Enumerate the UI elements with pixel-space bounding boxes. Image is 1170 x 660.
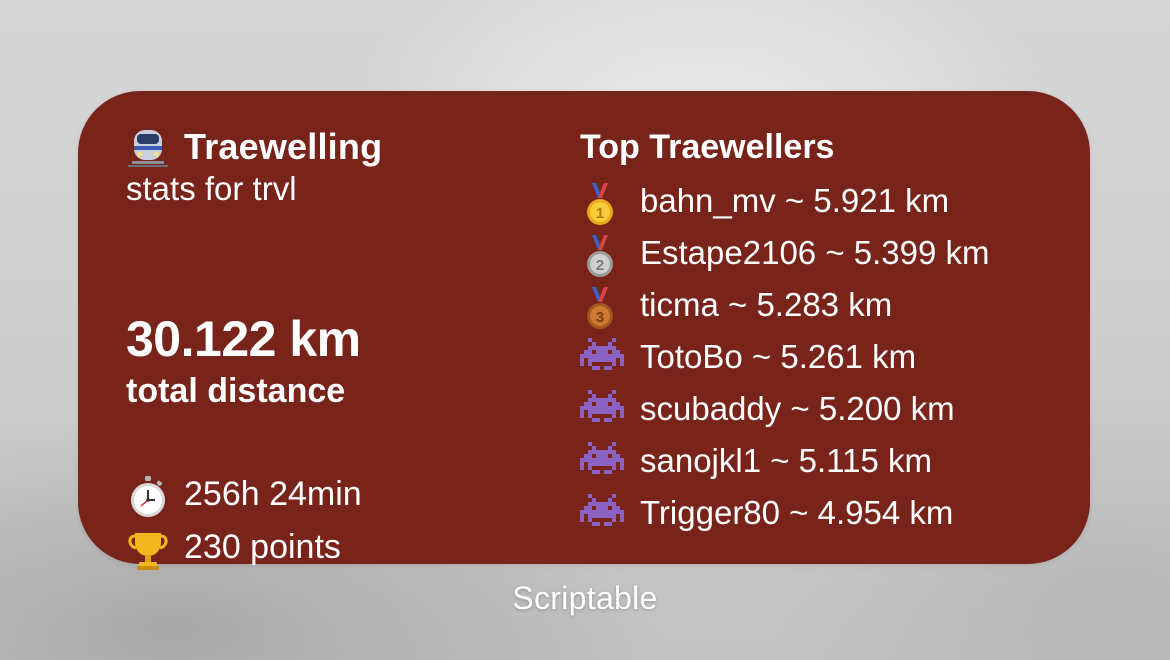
leaderboard-item: scubaddy ~ 5.200 km <box>580 383 1070 435</box>
leaderboard-panel: Top Traewellers 1 bahn_mv ~ 5.921 km 2 E… <box>580 127 1070 539</box>
leaderboard-entry-text: scubaddy ~ 5.200 km <box>640 390 955 427</box>
leaderboard-list: 1 bahn_mv ~ 5.921 km 2 Estape2106 ~ 5.39… <box>580 175 1070 539</box>
leaderboard-item: TotoBo ~ 5.261 km <box>580 331 1070 383</box>
leaderboard-item: sanojkl1 ~ 5.115 km <box>580 435 1070 487</box>
widget-caption: Scriptable <box>512 580 658 616</box>
stats-panel: Traewelling stats for trvl 30.122 km tot… <box>126 126 546 570</box>
leaderboard-entry-text: ticma ~ 5.283 km <box>640 286 893 323</box>
leaderboard-entry-text: TotoBo ~ 5.261 km <box>640 338 917 375</box>
widget-title: Traewelling <box>184 126 383 167</box>
leaderboard-item: 2 Estape2106 ~ 5.399 km <box>580 227 1070 279</box>
svg-text:1: 1 <box>596 205 604 222</box>
leaderboard-entry-text: sanojkl1 ~ 5.115 km <box>640 442 932 479</box>
leaderboard-entry-text: Estape2106 ~ 5.399 km <box>640 234 990 271</box>
space-invader-icon <box>580 338 626 376</box>
space-invader-icon <box>580 494 626 532</box>
stopwatch-icon <box>126 475 172 517</box>
leaderboard-item: 1 bahn_mv ~ 5.921 km <box>580 175 1070 227</box>
bronze-medal-icon: 3 <box>580 286 626 329</box>
traewelling-widget[interactable]: Traewelling stats for trvl 30.122 km tot… <box>78 91 1090 570</box>
svg-text:2: 2 <box>596 257 604 274</box>
widget-subtitle: stats for trvl <box>126 170 297 207</box>
train-icon <box>126 128 172 167</box>
leaderboard-entry-text: bahn_mv ~ 5.921 km <box>640 182 950 219</box>
svg-text:3: 3 <box>596 309 604 326</box>
total-distance-label: total distance <box>126 372 346 410</box>
points-row: 230 points <box>126 524 341 570</box>
silver-medal-icon: 2 <box>580 234 626 277</box>
duration-value: 256h 24min <box>184 474 362 513</box>
space-invader-icon <box>580 390 626 428</box>
leaderboard-entry-text: Trigger80 ~ 4.954 km <box>640 494 954 531</box>
leaderboard-item: Trigger80 ~ 4.954 km <box>580 487 1070 539</box>
duration-row: 256h 24min <box>126 471 362 517</box>
space-invader-icon <box>580 442 626 480</box>
leaderboard-item: 3 ticma ~ 5.283 km <box>580 279 1070 331</box>
widget-header: Traewelling <box>126 126 546 167</box>
trophy-icon <box>126 528 172 570</box>
gold-medal-icon: 1 <box>580 182 626 225</box>
points-value: 230 points <box>184 527 341 566</box>
total-distance-value: 30.122 km <box>126 311 361 367</box>
leaderboard-title: Top Traewellers <box>580 128 835 166</box>
